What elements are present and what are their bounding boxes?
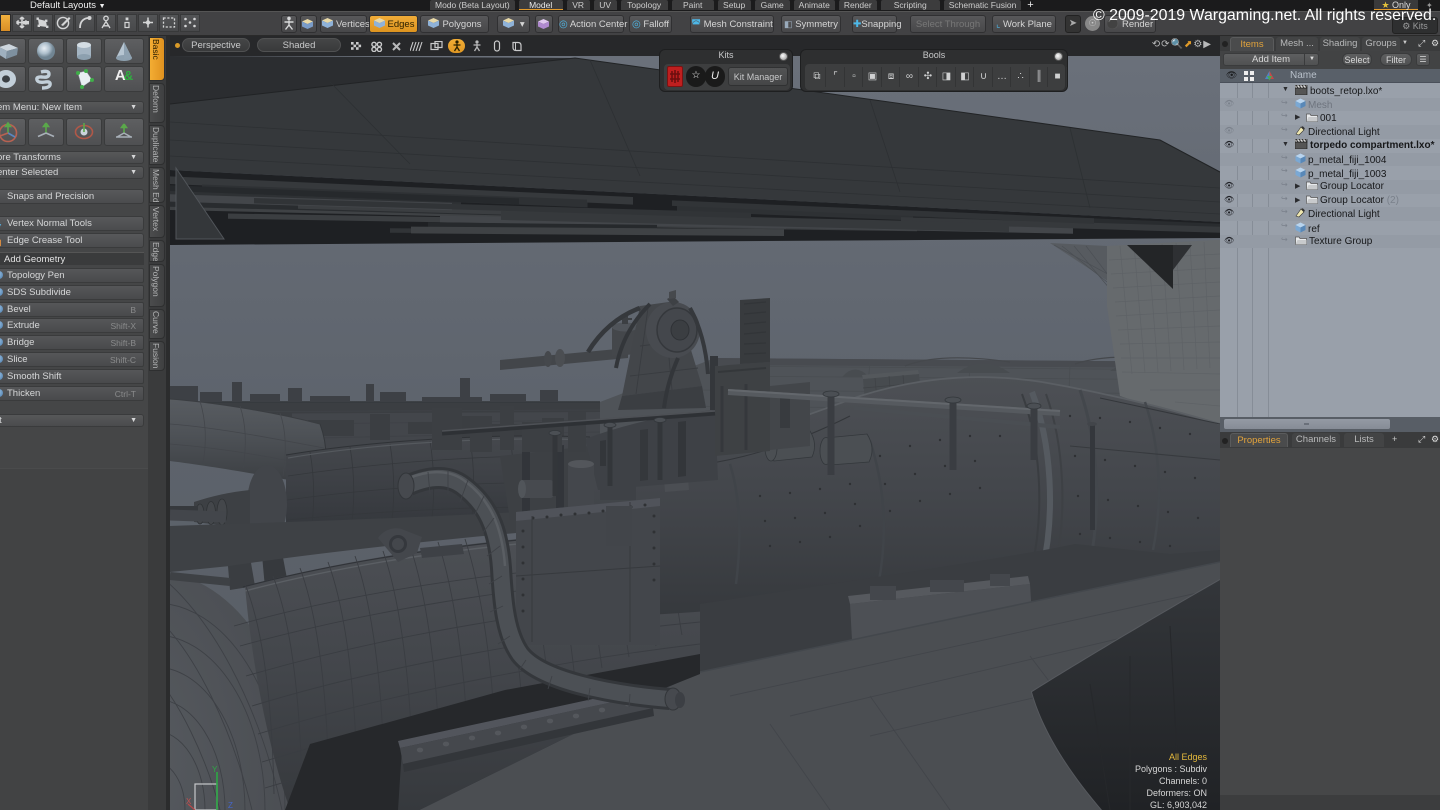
svg-text:Y: Y bbox=[212, 765, 218, 774]
svg-text:X: X bbox=[186, 797, 192, 806]
svg-text:Z: Z bbox=[228, 801, 233, 810]
